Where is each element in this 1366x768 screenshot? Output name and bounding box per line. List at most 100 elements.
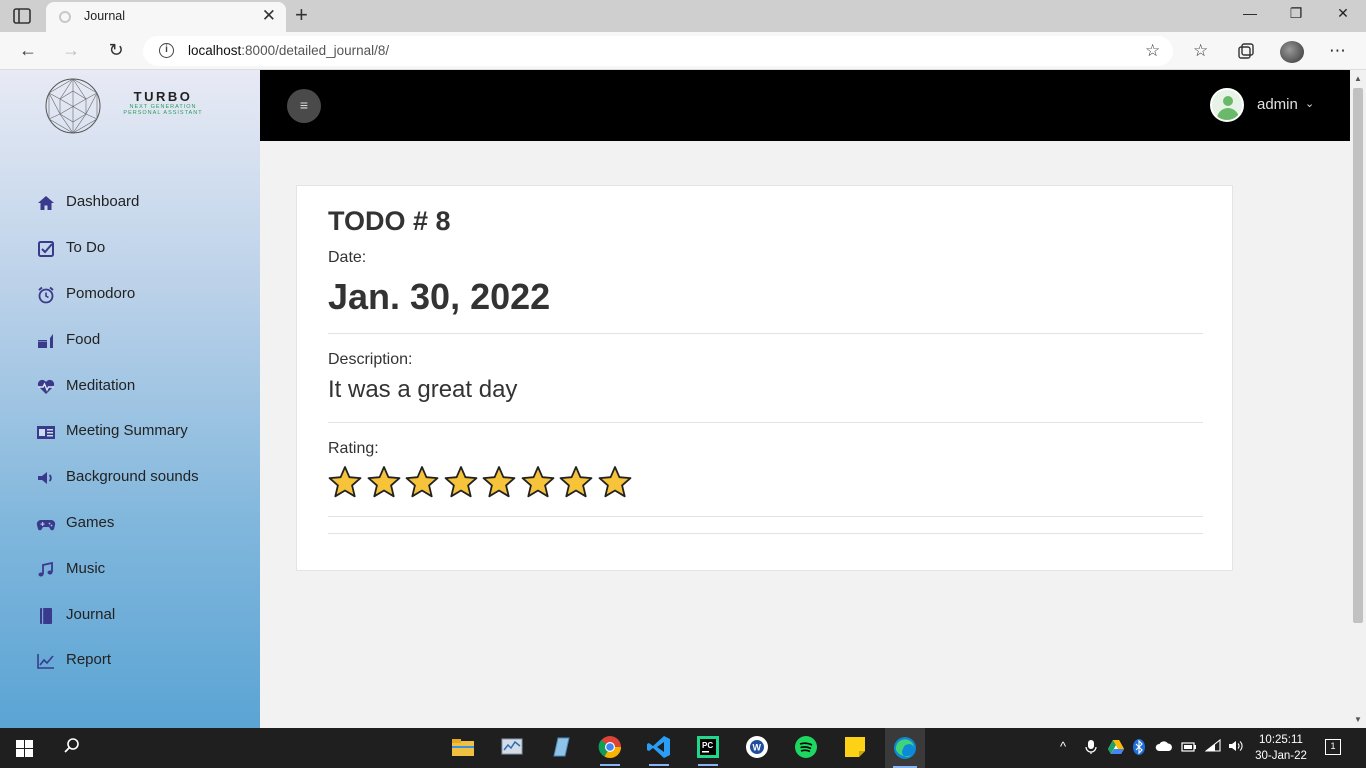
turbo-logo-icon (45, 78, 101, 134)
url-host: localhost (188, 43, 242, 58)
svg-text:W: W (753, 743, 762, 753)
date-value: Jan. 30, 2022 (328, 276, 551, 317)
site-info-icon[interactable]: i (159, 43, 174, 58)
brand: TURBO NEXT GENERATION PERSONAL ASSISTANT (116, 89, 210, 116)
url-text[interactable]: localhost:8000/detailed_journal/8/ (188, 43, 389, 58)
rating-label: Rating: (328, 440, 379, 457)
reload-icon[interactable]: ↻ (105, 39, 127, 61)
sidebar-item-report[interactable]: Report (36, 648, 246, 674)
browser-toolbar: ← → ↻ i localhost:8000/detailed_journal/… (0, 32, 1366, 70)
restore-icon[interactable]: ❐ (1286, 5, 1306, 22)
sidebar-item-label: Food (66, 331, 101, 348)
more-options-icon[interactable]: ⋯ (1329, 41, 1346, 61)
sidebar-item-pomodoro[interactable]: Pomodoro (36, 282, 246, 308)
divider (328, 422, 1203, 423)
clock-date: 30-Jan-22 (1255, 750, 1307, 762)
star-icon (405, 466, 439, 498)
menu-toggle-button[interactable]: ≡ (287, 89, 321, 123)
power-icon[interactable] (1181, 739, 1197, 753)
sidebar-item-label: Pomodoro (66, 285, 136, 302)
star-icon (328, 466, 362, 498)
notification-center-icon[interactable]: 1 (1325, 739, 1341, 755)
star-icon (559, 466, 593, 498)
divider (328, 533, 1203, 534)
browser-tab[interactable]: Journal ✕ (46, 2, 286, 32)
speaker-icon[interactable] (1228, 739, 1244, 753)
clock-time: 10:25:11 (1259, 734, 1303, 746)
home-icon (38, 196, 54, 210)
sidebar-item-games[interactable]: Games (36, 511, 246, 537)
sidebar-item-meditation[interactable]: Meditation (36, 374, 246, 400)
gamepad-icon (36, 519, 56, 531)
star-icon (367, 466, 400, 498)
taskbar: PC W ^ 10:25:11 30-Jan-22 1 (0, 728, 1366, 768)
sidebar-item-journal[interactable]: Journal (36, 603, 246, 629)
brand-title: TURBO (133, 89, 193, 104)
sidebar-item-music[interactable]: Music (36, 557, 246, 583)
notes-app-icon[interactable] (548, 734, 574, 760)
volume-icon (38, 472, 52, 484)
user-name[interactable]: admin (1257, 96, 1298, 113)
edge-icon[interactable] (885, 728, 925, 768)
forward-icon[interactable]: → (60, 39, 82, 61)
page-scrollbar[interactable]: ▲ ▼ (1350, 70, 1366, 728)
sidebar-item-dashboard[interactable]: Dashboard (36, 190, 246, 216)
star-icon (598, 466, 631, 498)
tab-favicon-icon (59, 11, 71, 23)
divider (328, 516, 1203, 517)
line-chart-icon (37, 654, 54, 669)
onedrive-icon[interactable] (1155, 739, 1173, 753)
favorites-icon[interactable]: ☆ (1193, 41, 1208, 61)
scroll-thumb[interactable] (1353, 88, 1363, 623)
star-icon (482, 466, 516, 498)
pycharm-icon[interactable]: PC (695, 734, 721, 766)
sidebar-item-background-sounds[interactable]: Background sounds (36, 465, 246, 491)
back-icon[interactable]: ← (17, 39, 39, 61)
vscode-icon[interactable] (646, 734, 672, 766)
word-app-icon[interactable]: W (744, 734, 770, 760)
file-explorer-icon[interactable] (450, 734, 476, 760)
collections-icon[interactable] (1237, 42, 1255, 60)
scroll-down-icon[interactable]: ▼ (1354, 715, 1362, 724)
tab-actions-icon[interactable] (12, 7, 32, 25)
new-tab-button[interactable]: + (295, 3, 308, 27)
scroll-up-icon[interactable]: ▲ (1354, 74, 1362, 83)
spotify-icon[interactable] (793, 734, 819, 760)
chrome-icon[interactable] (597, 734, 623, 766)
user-avatar[interactable] (1210, 88, 1244, 122)
book-icon (40, 608, 52, 624)
date-label: Date: (328, 249, 367, 266)
minimize-icon[interactable]: — (1240, 5, 1260, 21)
sidebar-item-todo[interactable]: To Do (36, 236, 246, 262)
tab-close-icon[interactable]: ✕ (262, 7, 276, 25)
checkbox-icon (38, 241, 54, 257)
microphone-icon[interactable] (1085, 739, 1097, 755)
journal-detail-card: TODO # 8 Date: Jan. 30, 2022 Description… (296, 185, 1233, 571)
sidebar-item-food[interactable]: Food (36, 328, 246, 354)
description-value: It was a great day (328, 376, 518, 403)
sidebar-item-label: Dashboard (66, 193, 140, 210)
music-note-icon (38, 561, 53, 577)
show-hidden-icons[interactable]: ^ (1060, 739, 1066, 754)
sticky-notes-icon[interactable] (842, 734, 868, 760)
profile-avatar[interactable] (1280, 41, 1304, 63)
taskbar-clock[interactable]: 10:25:11 30-Jan-22 (1254, 732, 1308, 764)
google-drive-icon[interactable] (1108, 739, 1124, 755)
sidebar-item-meeting-summary[interactable]: Meeting Summary (36, 419, 246, 445)
notification-count: 1 (1330, 741, 1336, 751)
add-favorite-icon[interactable]: ☆ (1145, 41, 1160, 61)
sidebar-item-label: To Do (66, 239, 106, 256)
chevron-down-icon[interactable]: ⌄ (1305, 97, 1314, 110)
search-icon[interactable] (63, 737, 81, 755)
windows-start-icon[interactable] (16, 740, 33, 757)
address-bar[interactable]: i localhost:8000/detailed_journal/8/ ☆ (143, 36, 1173, 66)
browser-tab-strip: Journal ✕ + — ❐ ✕ (0, 0, 1366, 32)
wifi-icon[interactable] (1205, 739, 1221, 753)
alarm-clock-icon (38, 286, 54, 304)
close-window-icon[interactable]: ✕ (1333, 5, 1353, 22)
star-icon (521, 466, 554, 498)
bluetooth-icon[interactable] (1133, 739, 1145, 755)
task-manager-icon[interactable] (499, 734, 525, 760)
brand-subtitle-2: PERSONAL ASSISTANT (123, 110, 203, 116)
divider (328, 333, 1203, 334)
